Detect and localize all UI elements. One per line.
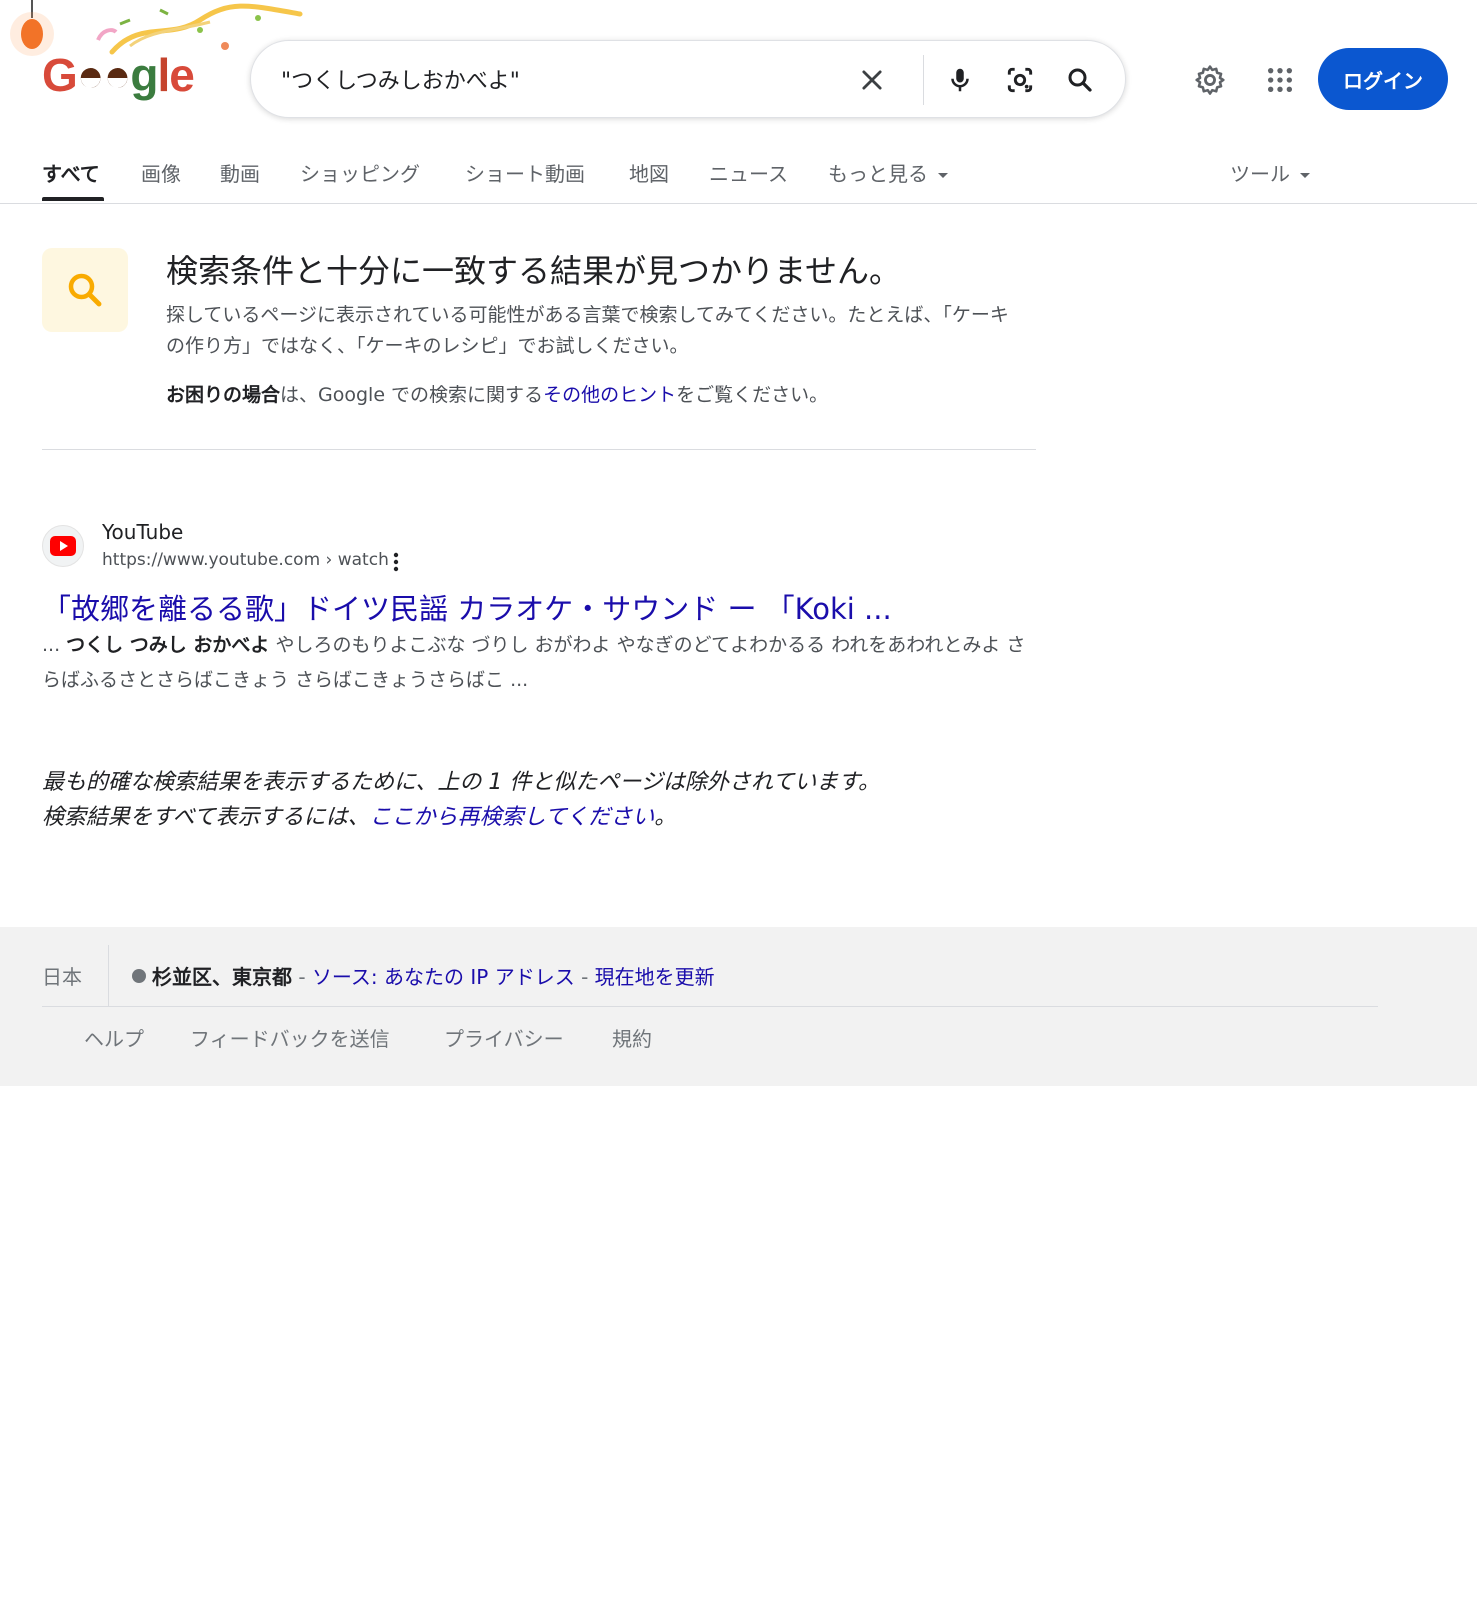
header: G◓◓gle ログイン	[0, 0, 1477, 150]
tab-maps[interactable]: 地図	[629, 158, 669, 187]
hint-text-pre: は、Google での検索に関する	[280, 384, 544, 406]
footer-country: 日本	[42, 965, 82, 989]
location-name: 杉並区、東京都	[152, 965, 292, 989]
omitted-line-2: 検索結果をすべて表示するには、ここから再検索してください。	[42, 800, 880, 835]
hint-text-post: をご覧ください。	[676, 384, 829, 406]
search-icon	[68, 273, 102, 307]
tab-images[interactable]: 画像	[141, 158, 181, 187]
no-results-description: 探しているページに表示されている可能性がある言葉で検索してみてください。たとえば…	[166, 304, 1009, 357]
footer-help-link[interactable]: ヘルプ	[84, 1023, 144, 1052]
google-apps-button[interactable]	[1258, 58, 1302, 102]
search-box	[250, 40, 1126, 118]
tab-shopping[interactable]: ショッピング	[300, 158, 420, 187]
microphone-icon	[951, 68, 969, 92]
footer-sep-2: -	[574, 965, 595, 989]
youtube-icon	[50, 536, 76, 556]
gear-icon	[1195, 65, 1225, 95]
search-box-divider	[923, 55, 924, 105]
footer: 日本 杉並区、東京都 - ソース: あなたの IP アドレス - 現在地を更新 …	[0, 927, 1477, 1086]
more-vert-icon	[393, 552, 399, 572]
no-results-hint: お困りの場合は、Google での検索に関するその他のヒントをご覧ください。	[166, 380, 828, 407]
hint-bold: お困りの場合	[166, 384, 281, 406]
result-site-name[interactable]: YouTube	[102, 520, 183, 544]
search-input[interactable]	[281, 59, 821, 99]
tab-all[interactable]: すべて	[42, 158, 100, 187]
caret-down-icon	[938, 173, 948, 178]
footer-vertical-divider	[108, 945, 109, 1007]
logo-wordmark: G◓◓gle	[42, 49, 195, 101]
login-button[interactable]: ログイン	[1318, 48, 1448, 110]
clear-search-button[interactable]	[851, 59, 893, 101]
omitted-results-notice: 最も的確な検索結果を表示するために、上の 1 件と似たページは除外されています。…	[42, 765, 880, 835]
close-icon	[862, 70, 882, 90]
no-results-icon-box	[42, 248, 128, 332]
no-results-title: 検索条件と十分に一致する結果が見つかりません。	[166, 252, 902, 290]
section-divider	[42, 449, 1036, 450]
tab-videos[interactable]: 動画	[220, 158, 260, 187]
update-location-link[interactable]: 現在地を更新	[595, 965, 715, 989]
snippet-pre: ...	[42, 634, 67, 656]
tab-more[interactable]: もっと見る	[828, 158, 948, 187]
result-url[interactable]: https://www.youtube.com › watch	[102, 550, 389, 570]
youtube-favicon[interactable]	[42, 525, 84, 567]
footer-feedback-link[interactable]: フィードバックを送信	[190, 1023, 390, 1052]
research-link[interactable]: ここから再検索してください	[370, 805, 655, 830]
location-source-link[interactable]: ソース: あなたの IP アドレス	[312, 965, 575, 989]
search-submit-button[interactable]	[1059, 59, 1101, 101]
footer-horizontal-divider	[42, 1006, 1378, 1007]
caret-down-icon	[1300, 173, 1310, 178]
footer-terms-link[interactable]: 規約	[612, 1023, 652, 1052]
result-title-link[interactable]: 「故郷を離るる歌」ドイツ民謡 カラオケ・サウンド ー 「Koki ...	[42, 586, 892, 628]
active-tab-indicator	[42, 197, 104, 201]
more-tips-link[interactable]: その他のヒント	[543, 384, 676, 406]
snippet-bold: つくし つみし おかべよ	[66, 634, 270, 656]
tools-button[interactable]: ツール	[1230, 158, 1310, 187]
footer-privacy-link[interactable]: プライバシー	[444, 1023, 564, 1052]
footer-sep-1: -	[292, 965, 312, 989]
tab-short-videos[interactable]: ショート動画	[465, 158, 585, 187]
omitted-line-2-pre: 検索結果をすべて表示するには、	[42, 805, 370, 830]
apps-grid-icon	[1267, 67, 1293, 93]
image-search-button[interactable]	[999, 59, 1041, 101]
result-options-button[interactable]	[386, 548, 406, 576]
footer-location: 杉並区、東京都 - ソース: あなたの IP アドレス - 現在地を更新	[132, 961, 715, 990]
camera-lens-icon	[1007, 67, 1033, 93]
voice-search-button[interactable]	[939, 59, 981, 101]
tab-more-label: もっと見る	[828, 162, 928, 186]
result-snippet: ... つくし つみし おかべよ やしろのもりよこぶな づりし おがわよ やなぎ…	[42, 628, 1042, 698]
search-tabs: すべて 画像 動画 ショッピング ショート動画 地図 ニュース もっと見る ツー…	[0, 150, 1477, 204]
omitted-line-2-post: 。	[654, 805, 677, 830]
location-dot-icon	[132, 969, 146, 983]
tab-news[interactable]: ニュース	[709, 158, 788, 187]
omitted-line-1: 最も的確な検索結果を表示するために、上の 1 件と似たページは除外されています。	[42, 770, 881, 795]
tools-label: ツール	[1230, 162, 1290, 186]
settings-button[interactable]	[1188, 58, 1232, 102]
search-icon	[1068, 68, 1092, 92]
